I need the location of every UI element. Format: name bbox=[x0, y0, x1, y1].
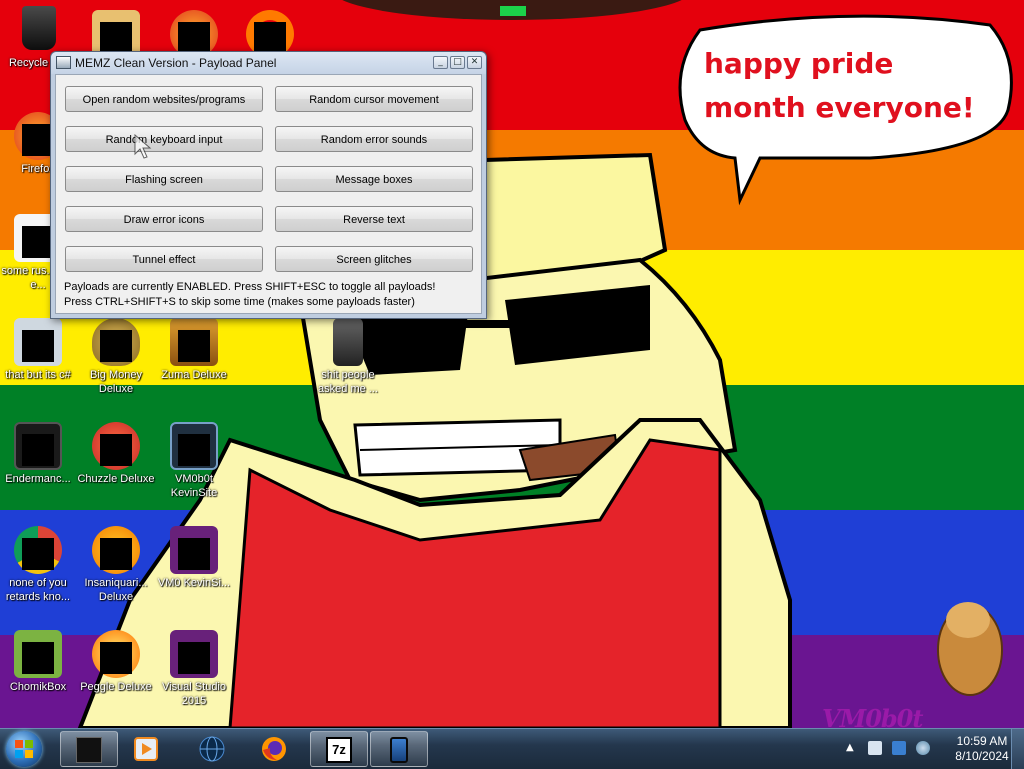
window-client-area: Open random websites/programs Random cur… bbox=[55, 74, 482, 314]
desktop-icon-shit-people-asked[interactable]: shit people asked me ... bbox=[306, 318, 390, 396]
fish-icon bbox=[92, 526, 140, 574]
clock-date: 8/10/2024 bbox=[955, 749, 1009, 763]
monitor-icon bbox=[170, 422, 218, 470]
start-button[interactable] bbox=[6, 731, 42, 767]
payload-random-cursor-button[interactable]: Random cursor movement bbox=[275, 86, 473, 112]
memz-payload-panel-window[interactable]: MEMZ Clean Version - Payload Panel _ □ ✕… bbox=[50, 51, 487, 319]
desktop-icon-vm0-kevinsite[interactable]: VM0 KevinSi... bbox=[152, 526, 236, 590]
mouse-cursor-icon bbox=[134, 134, 152, 159]
chuzzle-icon bbox=[92, 422, 140, 470]
app-icon bbox=[56, 56, 71, 69]
taskbar-item-7zip[interactable]: 7z bbox=[310, 731, 368, 767]
tray-expand-icon[interactable]: ▲ bbox=[846, 742, 854, 753]
speech-bubble-text: happy pride month everyone! bbox=[704, 47, 975, 124]
payload-screen-glitches-button[interactable]: Screen glitches bbox=[275, 246, 473, 272]
terminal-icon bbox=[14, 422, 62, 470]
window-title: MEMZ Clean Version - Payload Panel bbox=[75, 56, 277, 70]
desktop-icon-chrome[interactable]: none of you retards kno... bbox=[0, 526, 80, 604]
payload-flashing-screen-button[interactable]: Flashing screen bbox=[65, 166, 263, 192]
top-light bbox=[500, 6, 526, 16]
chrome-icon bbox=[14, 526, 62, 574]
window-titlebar[interactable]: MEMZ Clean Version - Payload Panel _ □ ✕ bbox=[51, 52, 486, 74]
desktop-icon-zuma[interactable]: Zuma Deluxe bbox=[152, 318, 236, 382]
payload-random-error-sounds-button[interactable]: Random error sounds bbox=[275, 126, 473, 152]
network-icon[interactable] bbox=[892, 741, 906, 755]
visual-studio-icon bbox=[170, 526, 218, 574]
taskbar: 7z ▲ 10:59 AM 8/10/2024 bbox=[0, 728, 1024, 769]
payload-message-boxes-button[interactable]: Message boxes bbox=[275, 166, 473, 192]
taskbar-item-memz[interactable] bbox=[60, 731, 118, 767]
file-icon bbox=[14, 318, 62, 366]
desktop-icon-insaniquarium[interactable]: Insaniquari... Deluxe bbox=[74, 526, 158, 604]
peggle-icon bbox=[92, 630, 140, 678]
taskbar-item-phone[interactable] bbox=[370, 731, 428, 767]
status-text-enabled: Payloads are currently ENABLED. Press SH… bbox=[64, 281, 436, 293]
phone-icon bbox=[390, 737, 408, 763]
firefox-icon bbox=[262, 737, 286, 761]
clock-time: 10:59 AM bbox=[956, 734, 1008, 748]
desktop-icon-chuzzle[interactable]: Chuzzle Deluxe bbox=[74, 422, 158, 486]
payload-random-keyboard-button[interactable]: Random keyboard input bbox=[65, 126, 263, 152]
system-tray: ▲ 10:59 AM 8/10/2024 bbox=[840, 729, 1024, 769]
recycle-bin-icon bbox=[14, 6, 62, 54]
clock[interactable]: 10:59 AM 8/10/2024 bbox=[942, 734, 1022, 764]
minimize-button[interactable]: _ bbox=[433, 56, 448, 69]
payload-reverse-text-button[interactable]: Reverse text bbox=[275, 206, 473, 232]
desktop-icon-big-money[interactable]: Big Money Deluxe bbox=[74, 318, 158, 396]
desktop-icon-visual-studio[interactable]: Visual Studio 2015 bbox=[152, 630, 236, 708]
status-text-skip-time: Press CTRL+SHIFT+S to skip some time (ma… bbox=[64, 296, 415, 308]
volume-icon[interactable] bbox=[916, 741, 930, 755]
payload-tunnel-effect-button[interactable]: Tunnel effect bbox=[65, 246, 263, 272]
media-player-icon bbox=[134, 737, 158, 761]
payload-draw-error-icons-button[interactable]: Draw error icons bbox=[65, 206, 263, 232]
visual-studio-icon bbox=[170, 630, 218, 678]
money-bag-icon bbox=[92, 318, 140, 366]
black-app-icon bbox=[76, 737, 102, 763]
watermark: VM0b0t bbox=[822, 704, 923, 728]
desktop-icon-file[interactable]: that but its c# bbox=[0, 318, 80, 382]
desktop-icon-vm0b0t-kevinsite[interactable]: VM0b0t KevinSite bbox=[152, 422, 236, 500]
desktop-icon-chomikbox[interactable]: ChomikBox bbox=[0, 630, 80, 694]
taskbar-item-media-player[interactable] bbox=[118, 731, 176, 767]
tray-app-icon[interactable] bbox=[868, 741, 882, 755]
sunglasses-bridge bbox=[440, 320, 530, 328]
show-desktop-button[interactable] bbox=[1011, 729, 1024, 769]
payload-open-random-websites-button[interactable]: Open random websites/programs bbox=[65, 86, 263, 112]
desktop-icon-endermanch[interactable]: Endermanc... bbox=[0, 422, 80, 486]
windows-logo-icon bbox=[15, 740, 33, 758]
taskbar-item-firefox[interactable] bbox=[246, 731, 304, 767]
zuma-icon bbox=[170, 318, 218, 366]
maximize-button[interactable]: □ bbox=[450, 56, 465, 69]
chomikbox-icon bbox=[14, 630, 62, 678]
7zip-icon: 7z bbox=[326, 737, 352, 763]
folder-icon bbox=[324, 318, 372, 366]
close-button[interactable]: ✕ bbox=[467, 56, 482, 69]
desktop-icon-peggle[interactable]: Peggle Deluxe bbox=[74, 630, 158, 694]
globe-icon bbox=[199, 736, 225, 762]
taskbar-item-browser[interactable] bbox=[184, 731, 242, 767]
